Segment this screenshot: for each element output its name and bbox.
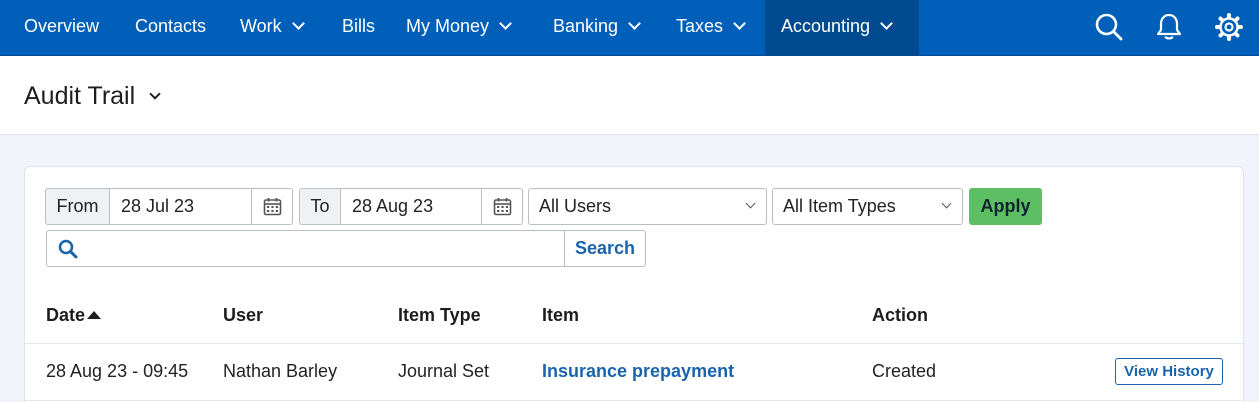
column-header-item-type[interactable]: Item Type: [398, 305, 481, 326]
nav-item-label: Bills: [342, 16, 376, 36]
top-navigation-bar: Overview Contacts Work Bills My Money Ba…: [0, 0, 1259, 56]
nav-item-bills[interactable]: Bills: [342, 0, 375, 55]
column-header-action[interactable]: Action: [872, 305, 928, 326]
from-calendar-button[interactable]: [251, 188, 293, 225]
to-date-input[interactable]: 28 Aug 23: [340, 188, 482, 225]
nav-item-label: Taxes: [676, 16, 724, 36]
apply-button[interactable]: Apply: [969, 188, 1042, 225]
nav-item-work[interactable]: Work: [240, 0, 305, 55]
column-header-label: Date: [46, 305, 86, 325]
to-label: To: [299, 188, 341, 225]
nav-item-overview[interactable]: Overview: [24, 0, 99, 55]
chevron-down-icon: [291, 17, 305, 30]
search-icon[interactable]: [1094, 12, 1124, 42]
chevron-down-icon: [628, 17, 641, 30]
users-select-value: All Users: [539, 196, 612, 216]
nav-item-accounting[interactable]: Accounting: [765, 0, 919, 55]
nav-item-label: Contacts: [135, 16, 207, 36]
table-divider: [25, 400, 1243, 401]
nav-item-banking[interactable]: Banking: [553, 0, 641, 55]
nav-item-contacts[interactable]: Contacts: [135, 0, 206, 55]
table-divider: [25, 343, 1243, 344]
nav-item-label: Accounting: [781, 16, 871, 36]
nav-item-label: Work: [240, 16, 282, 36]
column-header-user[interactable]: User: [223, 305, 263, 326]
item-types-select[interactable]: All Item Types: [772, 188, 963, 225]
chevron-down-icon: [733, 17, 746, 30]
search-icon: [58, 239, 78, 259]
gear-icon[interactable]: [1214, 12, 1244, 42]
page-title[interactable]: Audit Trail: [24, 82, 135, 111]
chevron-down-icon: [499, 17, 512, 30]
cell-date: 28 Aug 23 - 09:45: [46, 361, 189, 381]
audit-trail-panel: From 28 Jul 23 To 28 Aug 23 All Users Al…: [24, 166, 1244, 402]
nav-item-taxes[interactable]: Taxes: [676, 0, 746, 55]
calendar-icon: [263, 198, 282, 216]
calendar-icon: [493, 198, 512, 216]
nav-item-my-money[interactable]: My Money: [406, 0, 512, 55]
item-types-select-value: All Item Types: [783, 196, 896, 216]
cell-user: Nathan Barley: [223, 361, 338, 381]
nav-item-label: Overview: [24, 16, 100, 36]
chevron-down-icon[interactable]: [149, 88, 161, 100]
column-header-date[interactable]: Date: [46, 305, 102, 326]
search-input[interactable]: [46, 230, 565, 267]
search-button[interactable]: Search: [564, 230, 646, 267]
to-calendar-button[interactable]: [481, 188, 523, 225]
view-history-button[interactable]: View History: [1115, 358, 1223, 385]
nav-item-label: Banking: [553, 16, 619, 36]
chevron-down-icon: [745, 198, 756, 209]
bell-icon[interactable]: [1154, 12, 1184, 42]
cell-action: Created: [872, 361, 937, 381]
cell-item-link[interactable]: Insurance prepayment: [542, 361, 734, 382]
nav-item-label: My Money: [406, 16, 490, 36]
sort-ascending-icon: [87, 311, 102, 319]
from-date-input[interactable]: 28 Jul 23: [109, 188, 252, 225]
page-header: Audit Trail: [0, 56, 1259, 135]
cell-item-type: Journal Set: [398, 361, 490, 381]
chevron-down-icon: [880, 17, 893, 30]
chevron-down-icon: [941, 198, 952, 209]
users-select[interactable]: All Users: [528, 188, 767, 225]
from-label: From: [45, 188, 110, 225]
column-header-item[interactable]: Item: [542, 305, 579, 326]
